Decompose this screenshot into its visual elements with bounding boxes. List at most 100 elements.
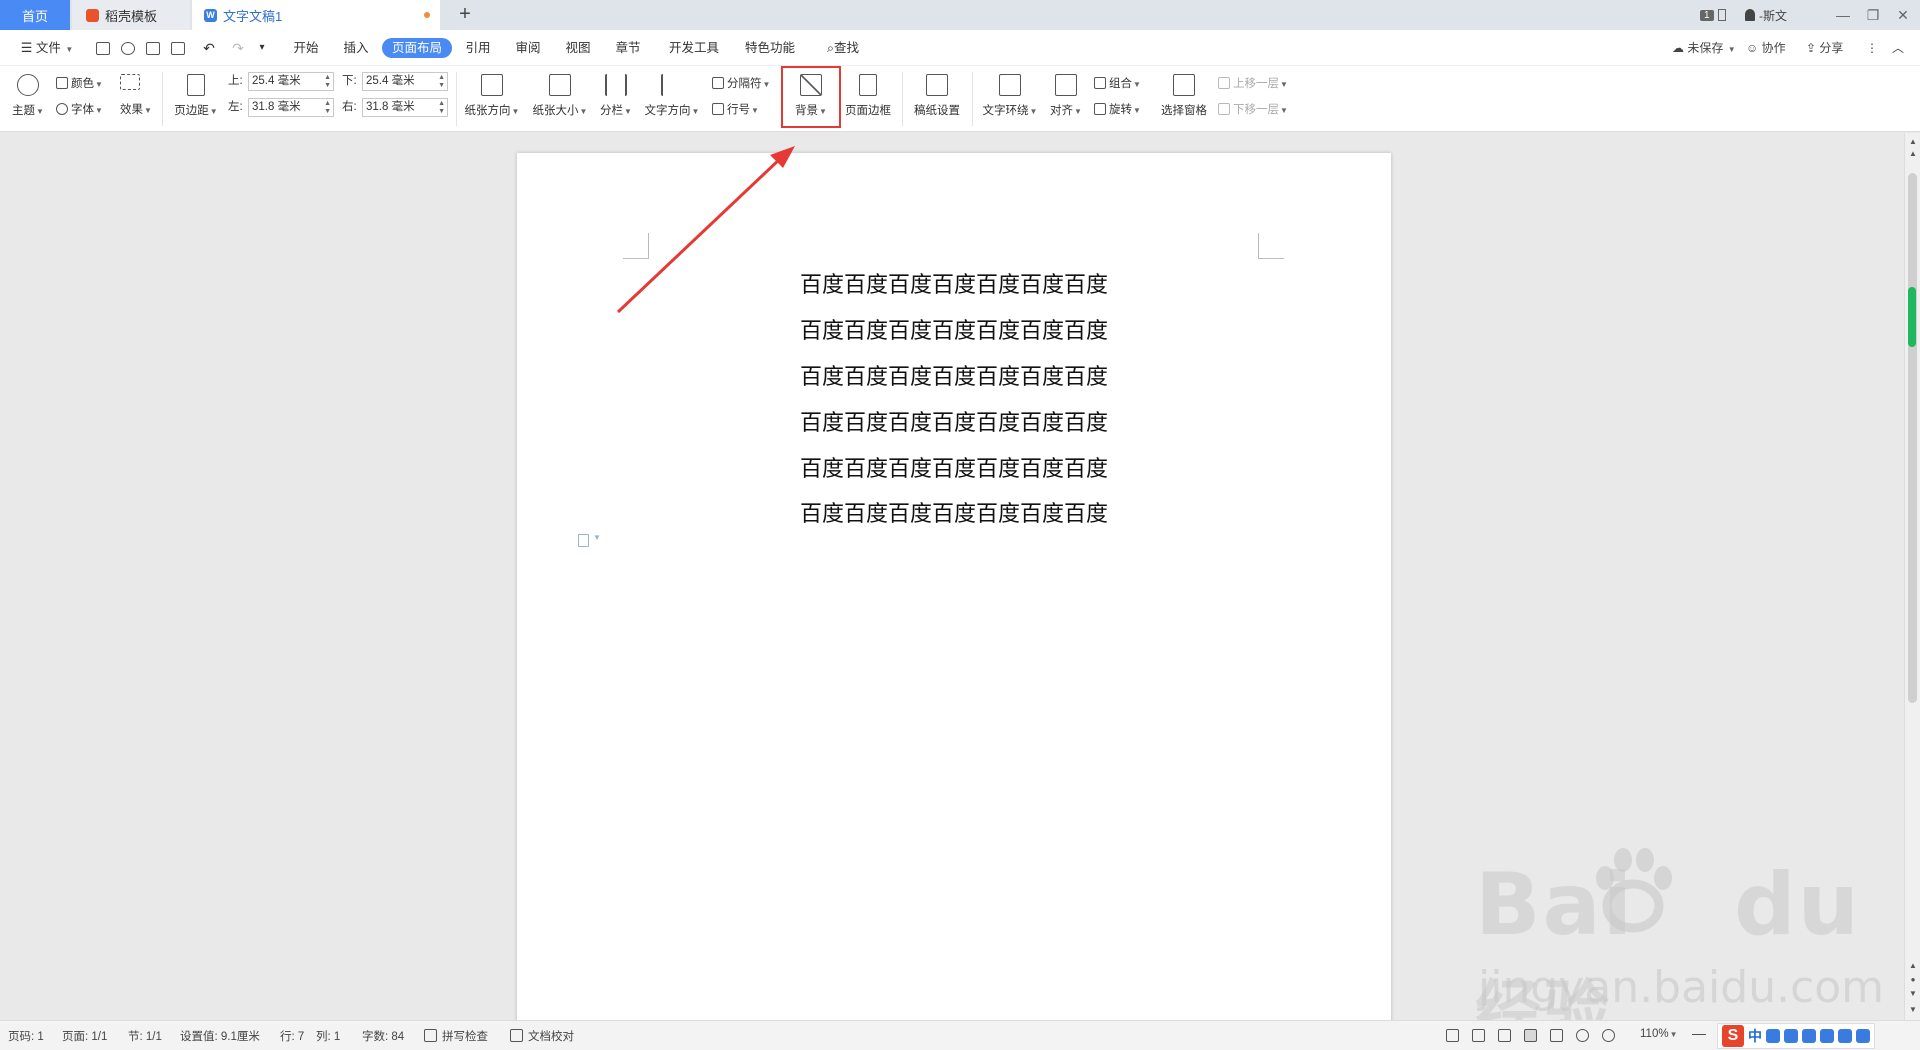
align-button[interactable]: 对齐▼ (1048, 70, 1084, 128)
redo-button[interactable]: ↷ (228, 38, 248, 58)
effects-button[interactable]: 效果▼ (120, 100, 152, 120)
zoom-out-button[interactable]: — (1692, 1025, 1706, 1041)
reading-mode-icon[interactable] (1472, 1029, 1485, 1042)
fullscreen-icon[interactable] (1446, 1029, 1459, 1042)
columns-button[interactable]: 分栏▼ (598, 70, 634, 128)
margin-left-input[interactable]: 31.8 毫米 ▲ ▼ (248, 98, 334, 117)
spinner-icon[interactable]: ▲ ▼ (324, 100, 331, 116)
theme-button[interactable]: 主题▼ (10, 70, 46, 128)
ime-language[interactable]: 中 (1748, 1026, 1762, 1046)
doc-paragraph-5[interactable]: 百度百度百度百度百度百度百度 (517, 451, 1391, 483)
status-pages[interactable]: 页面: 1/1 (62, 1028, 107, 1044)
user-account[interactable]: -斯文 (1745, 0, 1787, 30)
skin-icon[interactable] (1838, 1029, 1852, 1043)
keyboard-icon[interactable] (1802, 1029, 1816, 1043)
margin-right-input[interactable]: 31.8 毫米 ▲ ▼ (362, 98, 448, 117)
doc-paragraph-4[interactable]: 百度百度百度百度百度百度百度 (517, 405, 1391, 437)
scroll-page-down-icon[interactable]: ▼ (1905, 987, 1920, 1001)
separator-button[interactable]: 分隔符▼ (712, 74, 770, 94)
doc-paragraph-2[interactable]: 百度百度百度百度百度百度百度 (517, 313, 1391, 345)
menu-chapter[interactable]: 章节 (610, 38, 646, 58)
spinner-icon[interactable]: ▲ ▼ (324, 74, 331, 90)
font-button[interactable]: 字体▼ (56, 100, 103, 120)
page-view-icon[interactable] (1524, 1029, 1537, 1042)
status-word-count[interactable]: 字数: 84 (362, 1028, 404, 1044)
doc-paragraph-3[interactable]: 百度百度百度百度百度百度百度 (517, 359, 1391, 391)
customize-quick-access-icon[interactable]: ▾ (252, 38, 272, 58)
moon-icon[interactable] (1766, 1029, 1780, 1043)
rotate-button[interactable]: 旋转▼ (1094, 100, 1141, 120)
page-margin-button[interactable]: 页边距▼ (172, 70, 220, 128)
scroll-center-icon[interactable]: ● (1905, 973, 1920, 987)
spinner-icon[interactable]: ▲ ▼ (438, 100, 445, 116)
document-page[interactable]: 百度百度百度百度百度百度百度 百度百度百度百度百度百度百度 百度百度百度百度百度… (517, 153, 1391, 1033)
margin-bottom-input[interactable]: 25.4 毫米 ▲ ▼ (362, 72, 448, 91)
doc-paragraph-1[interactable]: 百度百度百度百度百度百度百度 (517, 267, 1391, 299)
outline-view-icon[interactable] (1550, 1029, 1563, 1042)
menu-start[interactable]: 开始 (288, 38, 324, 58)
group-button[interactable]: 组合▼ (1094, 74, 1141, 94)
paragraph-handle-icon[interactable] (578, 534, 589, 547)
undo-button[interactable]: ↶ (196, 38, 222, 58)
file-menu[interactable]: ☰ 文件 ▼ (14, 38, 80, 58)
status-column[interactable]: 列: 1 (316, 1028, 340, 1044)
effects-preview-icon[interactable] (120, 74, 143, 94)
page-border-button[interactable]: 页面边框 (842, 70, 894, 128)
status-setting-value[interactable]: 设置值: 9.1厘米 (180, 1028, 260, 1044)
selection-pane-button[interactable]: 选择窗格 (1158, 70, 1210, 128)
scroll-page-up-icon[interactable]: ▲ (1905, 959, 1920, 973)
collapse-ribbon-icon[interactable]: ︿ (1892, 38, 1904, 58)
paper-orientation-button[interactable]: 纸张方向▼ (462, 70, 522, 128)
text-wrap-button[interactable]: 文字环绕▼ (980, 70, 1040, 128)
print-icon[interactable] (146, 42, 160, 55)
punctuation-icon[interactable] (1784, 1029, 1798, 1043)
save-icon[interactable] (96, 42, 110, 55)
tools-icon[interactable] (1856, 1029, 1870, 1043)
line-number-button[interactable]: 行号▼ (712, 100, 759, 120)
search-button[interactable]: ⌕查找 (820, 38, 866, 58)
web-view-icon[interactable] (1576, 1029, 1589, 1042)
color-button[interactable]: 颜色▼ (56, 74, 103, 94)
spinner-icon[interactable]: ▲ ▼ (438, 74, 445, 90)
bring-forward-button[interactable]: 上移一层▼ (1218, 74, 1288, 94)
restore-button[interactable]: ❐ (1858, 0, 1888, 30)
edit-mode-icon[interactable] (1498, 1029, 1511, 1042)
eye-protection-icon[interactable] (1602, 1029, 1615, 1042)
print-preview-icon[interactable] (171, 42, 185, 55)
status-section[interactable]: 节: 1/1 (128, 1028, 162, 1044)
menu-developer-tools[interactable]: 开发工具 (664, 38, 724, 58)
zoom-level[interactable]: 110%▼ (1640, 1028, 1677, 1040)
tab-document[interactable]: W 文字文稿1 (192, 0, 440, 30)
close-button[interactable]: ✕ (1888, 0, 1918, 30)
scroll-down-icon[interactable]: ▼ (1905, 1003, 1920, 1017)
paper-size-button[interactable]: 纸张大小▼ (530, 70, 590, 128)
menu-insert[interactable]: 插入 (338, 38, 374, 58)
menu-review[interactable]: 审阅 (510, 38, 546, 58)
spell-check-button[interactable]: 拼写检查 (442, 1028, 488, 1044)
new-tab-button[interactable]: + (454, 4, 476, 26)
vertical-scrollbar[interactable]: ▲ ▲ ▲ ● ▼ ▼ (1904, 133, 1920, 1020)
menu-special-features[interactable]: 特色功能 (740, 38, 800, 58)
ime-toolbar[interactable]: S 中 (1717, 1023, 1875, 1049)
collaborate-button[interactable]: ☺ 协作 (1746, 38, 1786, 58)
status-page-number[interactable]: 页码: 1 (8, 1028, 44, 1044)
share-button[interactable]: ⇪ 分享 (1806, 38, 1843, 58)
doc-paragraph-6[interactable]: 百度百度百度百度百度百度百度 (517, 496, 1391, 528)
tab-templates[interactable]: 稻壳模板 (72, 0, 190, 30)
status-row[interactable]: 行: 7 (280, 1028, 304, 1044)
user-icon[interactable] (1820, 1029, 1834, 1043)
send-backward-button[interactable]: 下移一层▼ (1218, 100, 1288, 120)
margin-top-input[interactable]: 25.4 毫米 ▲ ▼ (248, 72, 334, 91)
scroll-page-up-icon[interactable]: ▲ (1905, 147, 1920, 161)
draft-paper-settings-button[interactable]: 稿纸设置 (910, 70, 964, 128)
tab-home[interactable]: 首页 (0, 0, 70, 30)
minimize-button[interactable]: — (1828, 0, 1858, 30)
unsaved-status[interactable]: ☁ 未保存 ▼ (1672, 38, 1736, 58)
more-options-icon[interactable]: ⋮ (1866, 38, 1878, 58)
menu-references[interactable]: 引用 (460, 38, 496, 58)
doc-proof-button[interactable]: 文档校对 (528, 1028, 574, 1044)
text-direction-button[interactable]: 文字方向▼ (642, 70, 702, 128)
chevron-down-icon[interactable]: ▼ (593, 533, 601, 542)
menu-view[interactable]: 视图 (560, 38, 596, 58)
menu-page-layout[interactable]: 页面布局 (382, 38, 453, 58)
